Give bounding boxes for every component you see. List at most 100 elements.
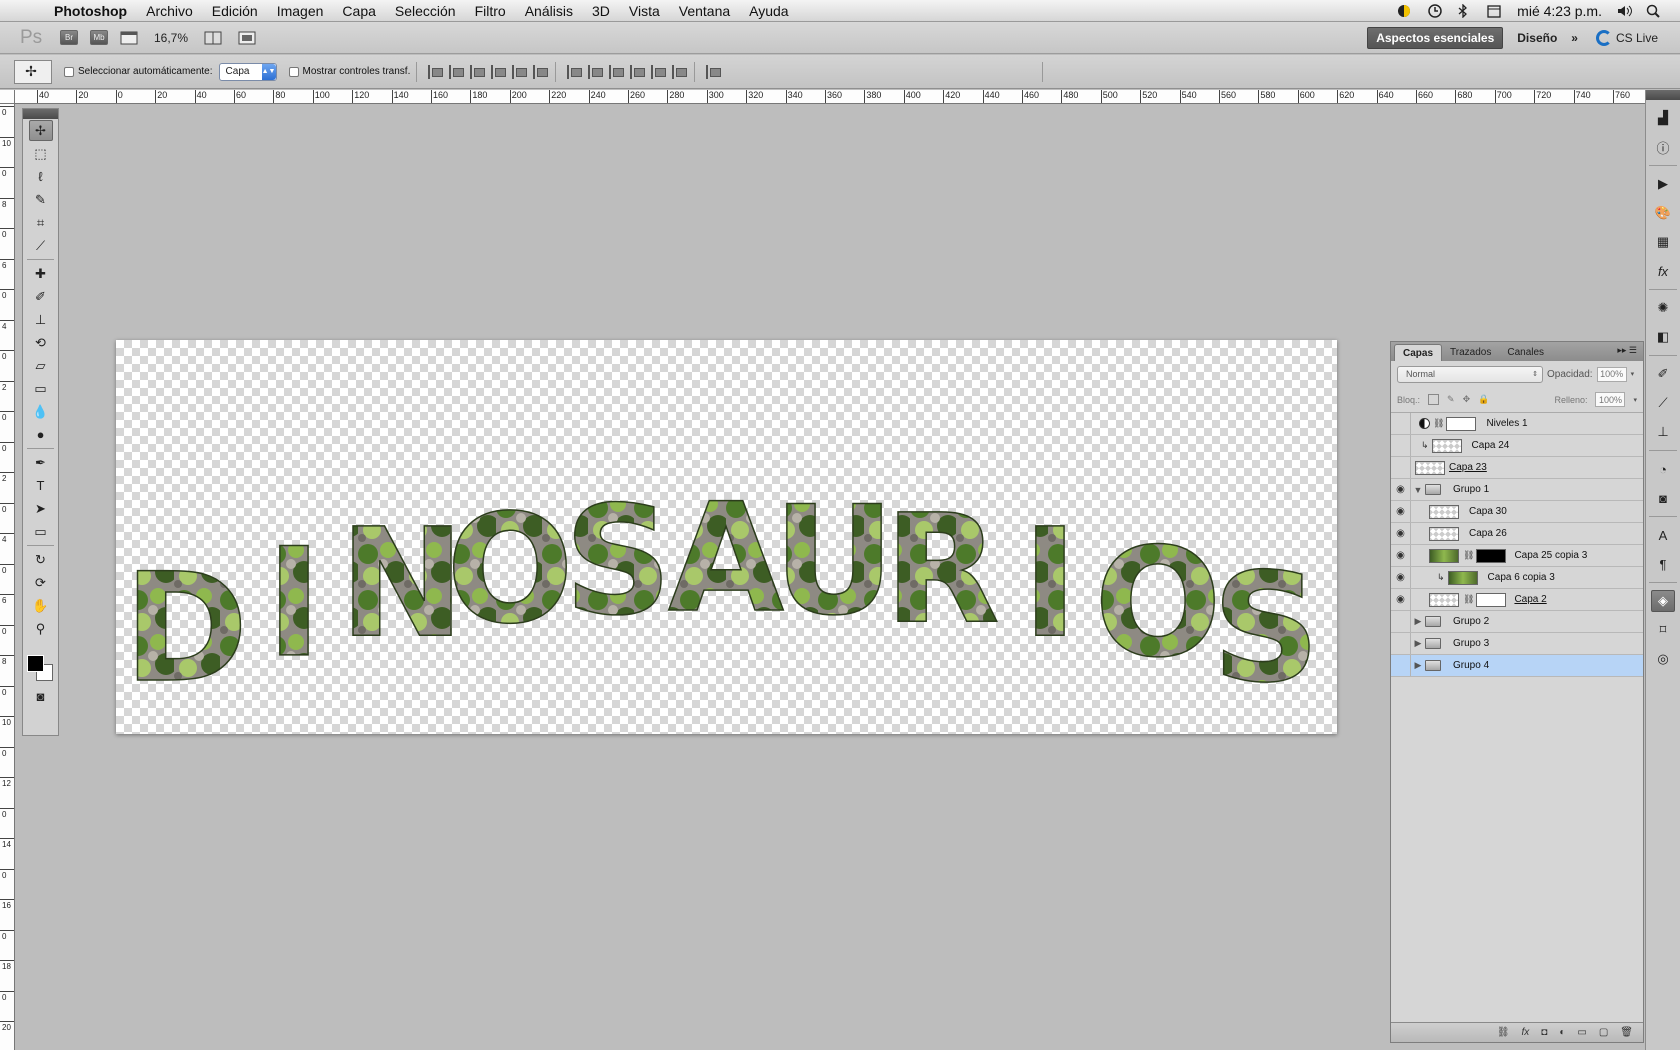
dodge-icon[interactable]: ●: [29, 424, 53, 445]
menu-capa[interactable]: Capa: [342, 3, 375, 19]
new-group-icon[interactable]: ▭: [1577, 1027, 1586, 1038]
info-icon[interactable]: ⓘ: [1651, 136, 1675, 158]
pen-icon[interactable]: ✒: [29, 452, 53, 473]
3d-orbit-icon[interactable]: ⟳: [29, 572, 53, 593]
layer-group-row-selected[interactable]: ▶ Grupo 4: [1391, 655, 1643, 677]
auto-align-layers-icon[interactable]: [706, 64, 722, 79]
delete-layer-icon[interactable]: 🗑: [1620, 1027, 1633, 1038]
quick-selection-icon[interactable]: ✎: [29, 189, 53, 210]
distribute-right-icon[interactable]: [672, 64, 688, 79]
horizontal-ruler[interactable]: 40 20 0 20 40 60 80 100 120 140 160 180 200 220 240 260…: [15, 90, 1645, 104]
lock-transparency-icon[interactable]: [1428, 394, 1440, 405]
visibility-toggle[interactable]: [1391, 413, 1411, 434]
visibility-toggle[interactable]: [1391, 567, 1411, 588]
calendar-icon[interactable]: [1487, 4, 1503, 18]
visibility-toggle[interactable]: [1391, 655, 1411, 676]
animation-icon[interactable]: ▶: [1651, 173, 1675, 195]
menu-seleccion[interactable]: Selección: [395, 3, 456, 19]
gradient-icon[interactable]: ▭: [29, 378, 53, 399]
lasso-icon[interactable]: ℓ: [29, 166, 53, 187]
auto-select-target-dropdown[interactable]: Capa ▲▼: [218, 62, 277, 81]
foreground-color-swatch[interactable]: [27, 655, 44, 672]
clone-stamp-icon[interactable]: ⊥: [29, 309, 53, 330]
channels-icon[interactable]: ◎: [1651, 648, 1675, 670]
blur-icon[interactable]: 💧: [29, 401, 53, 422]
styles-icon[interactable]: fx: [1651, 260, 1675, 282]
screen-mode-button[interactable]: [238, 29, 260, 47]
visibility-toggle[interactable]: [1391, 611, 1411, 632]
zoom-icon[interactable]: ⚲: [29, 618, 53, 639]
layer-group-row[interactable]: ▶ Grupo 2: [1391, 611, 1643, 633]
align-top-icon[interactable]: [428, 64, 444, 79]
cs-live-button[interactable]: CS Live: [1595, 29, 1666, 46]
distribute-hcenter-icon[interactable]: [651, 64, 667, 79]
document-canvas[interactable]: D I NOSAUR I OS: [116, 340, 1337, 734]
blend-mode-dropdown[interactable]: Normal ⇕: [1397, 365, 1543, 383]
visibility-toggle[interactable]: [1391, 523, 1411, 544]
brush-icon[interactable]: ⟋: [1651, 392, 1675, 414]
eyedropper-icon[interactable]: ⟋: [29, 235, 53, 256]
show-transform-controls-checkbox[interactable]: Mostrar controles transf.: [288, 66, 410, 77]
add-mask-icon[interactable]: ◘: [1541, 1027, 1547, 1038]
actions-icon[interactable]: ◙: [1651, 487, 1675, 509]
new-adjustment-icon[interactable]: ◐: [1559, 1027, 1565, 1038]
layer-row[interactable]: Capa 26: [1391, 523, 1643, 545]
zoom-level-dropdown[interactable]: 16,7%: [154, 29, 192, 47]
lock-pixels-icon[interactable]: ✎: [1447, 394, 1455, 405]
healing-brush-icon[interactable]: ✚: [29, 263, 53, 284]
view-extras-button[interactable]: [120, 29, 142, 47]
hand-icon[interactable]: ✋: [29, 595, 53, 616]
3d-rotate-icon[interactable]: ↻: [29, 549, 53, 570]
menu-archivo[interactable]: Archivo: [146, 3, 193, 19]
layer-row[interactable]: ⛓ Capa 2: [1391, 589, 1643, 611]
menu-edicion[interactable]: Edición: [212, 3, 258, 19]
tab-canales[interactable]: Canales: [1499, 344, 1552, 361]
swatches-icon[interactable]: ▦: [1651, 231, 1675, 253]
spotlight-search-icon[interactable]: [1646, 4, 1662, 18]
menu-3d[interactable]: 3D: [592, 3, 610, 19]
clone-source-icon[interactable]: ⊥: [1651, 421, 1675, 443]
align-vcenter-icon[interactable]: [449, 64, 465, 79]
fill-field[interactable]: 100%: [1595, 392, 1626, 407]
tab-trazados[interactable]: Trazados: [1442, 344, 1499, 361]
visibility-toggle[interactable]: [1391, 501, 1411, 522]
align-hcenter-icon[interactable]: [512, 64, 528, 79]
layer-row[interactable]: Capa 23: [1391, 457, 1643, 479]
visibility-toggle[interactable]: [1391, 545, 1411, 566]
new-layer-icon[interactable]: ▢: [1599, 1027, 1608, 1038]
rectangle-shape-icon[interactable]: ▭: [29, 521, 53, 542]
color-icon[interactable]: 🎨: [1651, 202, 1675, 224]
visibility-toggle[interactable]: [1391, 435, 1411, 456]
layer-style-fx-icon[interactable]: fx: [1522, 1027, 1530, 1038]
panel-menu-icon[interactable]: ▸▸ ☰: [1617, 345, 1637, 356]
brush-icon[interactable]: ✐: [29, 286, 53, 307]
app-menu[interactable]: Photoshop: [54, 3, 127, 19]
menu-filtro[interactable]: Filtro: [475, 3, 506, 19]
visibility-toggle[interactable]: [1391, 479, 1411, 500]
visibility-toggle[interactable]: [1391, 589, 1411, 610]
eraser-icon[interactable]: ▱: [29, 355, 53, 376]
menu-ayuda[interactable]: Ayuda: [749, 3, 788, 19]
distribute-left-icon[interactable]: [630, 64, 646, 79]
align-bottom-icon[interactable]: [470, 64, 486, 79]
layer-row[interactable]: ↳ Capa 24: [1391, 435, 1643, 457]
workspace-essentials-button[interactable]: Aspectos esenciales: [1367, 26, 1504, 49]
masks-icon[interactable]: ◧: [1651, 326, 1675, 348]
ruler-origin[interactable]: [0, 90, 15, 104]
history-icon[interactable]: ◔: [1651, 458, 1675, 480]
type-icon[interactable]: T: [29, 475, 53, 496]
volume-icon[interactable]: [1616, 4, 1632, 18]
vertical-ruler[interactable]: 0 10 0 8 0 6 0 4 0 2 0 0 2 0 4 0 6 0 8 0 10 0 12 0 14 0 16 0 18 0 20: [0, 104, 15, 1050]
menu-vista[interactable]: Vista: [629, 3, 660, 19]
visibility-toggle[interactable]: [1391, 457, 1411, 478]
layers-icon[interactable]: ◈: [1651, 590, 1675, 612]
lock-position-icon[interactable]: ✥: [1463, 394, 1471, 405]
layer-row[interactable]: ↳ Capa 6 copia 3: [1391, 567, 1643, 589]
arrange-documents-button[interactable]: [204, 29, 226, 47]
character-icon[interactable]: A: [1651, 524, 1675, 546]
bluetooth-icon[interactable]: [1457, 2, 1473, 19]
adjustments-icon[interactable]: ✺: [1651, 297, 1675, 319]
rectangular-marquee-icon[interactable]: ⬚: [29, 143, 53, 164]
path-selection-icon[interactable]: ➤: [29, 498, 53, 519]
group-expanded-arrow-icon[interactable]: ▼: [1411, 485, 1425, 495]
